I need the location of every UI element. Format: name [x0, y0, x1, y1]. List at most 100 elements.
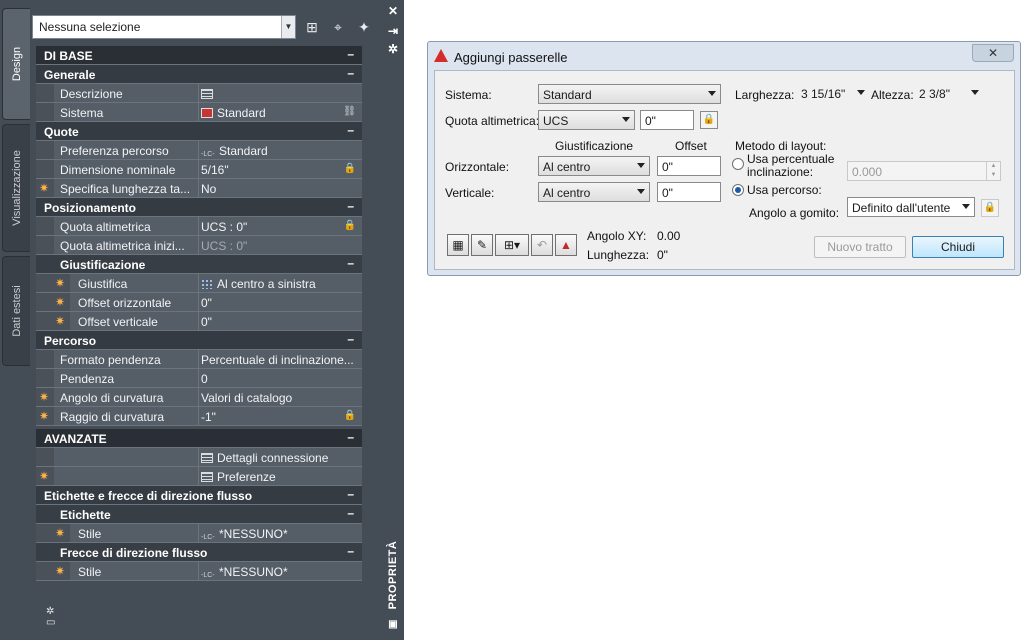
quick-select-icon[interactable]: ✦ — [354, 17, 374, 37]
property-row[interactable]: ✷ Stile -LC- *NESSUNO* — [36, 562, 362, 581]
property-value[interactable]: 0" — [198, 312, 362, 330]
row-gutter — [36, 160, 54, 178]
property-row[interactable]: ✷ Offset orizzontale 0" — [36, 293, 362, 312]
percentuale-input[interactable]: 0.000 ▲ ▼ — [847, 161, 1001, 181]
collapse-icon[interactable]: – — [347, 487, 354, 501]
orizzontale-offset-input[interactable]: 0" — [657, 156, 721, 176]
property-value[interactable] — [198, 84, 362, 102]
chevron-down-icon[interactable]: ▼ — [281, 16, 295, 38]
property-row[interactable]: Quota altimetrica inizi... UCS : 0" — [36, 236, 362, 255]
group-header[interactable]: Generale – — [36, 65, 362, 84]
group-header[interactable]: Frecce di direzione flusso – — [36, 543, 362, 562]
property-value-text: -1" — [201, 410, 216, 424]
collapse-icon[interactable]: – — [347, 544, 354, 558]
selection-dropdown[interactable]: Nessuna selezione ▼ — [32, 15, 296, 39]
verticale-select[interactable]: Al centro — [538, 182, 650, 202]
angolo-gomito-select[interactable]: Definito dall'utente — [847, 197, 975, 217]
compass-button[interactable]: ✎ — [471, 234, 493, 256]
property-value[interactable]: 5/16" — [198, 160, 362, 178]
quota-select[interactable]: UCS — [538, 110, 635, 130]
tab-visualizzazione[interactable]: Visualizzazione — [2, 124, 30, 252]
property-value[interactable]: 0 — [198, 369, 362, 387]
group-header[interactable]: Posizionamento – — [36, 198, 362, 217]
property-value[interactable]: -1" — [198, 407, 362, 425]
property-row[interactable]: ✷ Preferenze — [36, 467, 362, 486]
usa-percorso-radio[interactable] — [732, 184, 744, 196]
property-value[interactable]: Dettagli connessione — [198, 448, 362, 466]
lock-icon[interactable]: 🔒 — [344, 220, 356, 231]
group-header[interactable]: Percorso – — [36, 331, 362, 350]
angolo-lock-button[interactable]: 🔒 — [981, 199, 999, 217]
tab-design[interactable]: Design — [2, 8, 30, 120]
settings-icon[interactable]: ✲ — [386, 42, 400, 56]
collapse-icon[interactable]: – — [347, 430, 354, 444]
link-icon[interactable]: ⛓ — [343, 106, 356, 117]
altezza-select[interactable]: 2 3/8" — [915, 84, 983, 104]
orizzontale-select[interactable]: Al centro — [538, 156, 650, 176]
property-row[interactable]: Dettagli connessione — [36, 448, 362, 467]
help-button[interactable]: ▲ — [555, 234, 577, 256]
chiudi-button[interactable]: Chiudi — [912, 236, 1004, 258]
collapse-icon[interactable]: – — [347, 506, 354, 520]
property-row[interactable]: Pendenza 0 — [36, 369, 362, 388]
tab-dati-estesi[interactable]: Dati estesi — [2, 256, 30, 366]
property-row[interactable]: ✷ Offset verticale 0" — [36, 312, 362, 331]
property-value[interactable]: Al centro a sinistra — [198, 274, 362, 292]
property-value[interactable]: UCS : 0" — [198, 217, 362, 235]
collapse-icon[interactable]: – — [347, 332, 354, 346]
property-row[interactable]: ✷ Giustifica Al centro a sinistra — [36, 274, 362, 293]
palette-menu-icon[interactable]: ▣ — [386, 618, 400, 632]
quota-input[interactable]: 0" — [640, 110, 694, 130]
property-value[interactable]: UCS : 0" — [198, 236, 362, 254]
property-row[interactable]: ✷ Raggio di curvatura -1" 🔒 — [36, 407, 362, 426]
group-header[interactable]: Etichette – — [36, 505, 362, 524]
lock-icon[interactable]: 🔒 — [344, 410, 356, 421]
property-value[interactable]: No — [198, 179, 362, 197]
group-header[interactable]: Quote – — [36, 122, 362, 141]
group-header[interactable]: Giustificazione – — [36, 255, 362, 274]
property-value[interactable]: Percentuale di inclinazione... — [198, 350, 362, 368]
property-row[interactable]: Preferenza percorso -LC- Standard — [36, 141, 362, 160]
close-button[interactable]: ✕ — [972, 44, 1014, 62]
spinner-icon[interactable]: ▲ ▼ — [986, 162, 1000, 180]
property-value[interactable]: Valori di catalogo — [198, 388, 362, 406]
collapse-icon[interactable]: – — [347, 66, 354, 80]
property-value[interactable]: 0" — [198, 293, 362, 311]
property-value[interactable]: Standard — [198, 103, 362, 121]
category-header[interactable]: DI BASE – — [36, 46, 362, 65]
property-row[interactable]: ✷ Stile -LC- *NESSUNO* — [36, 524, 362, 543]
undo-button[interactable]: ↶ — [531, 234, 553, 256]
quota-lock-button[interactable]: 🔒 — [700, 111, 718, 129]
property-row[interactable]: Formato pendenza Percentuale di inclinazi… — [36, 350, 362, 369]
lock-icon[interactable]: 🔒 — [344, 163, 356, 174]
collapse-icon[interactable]: – — [347, 199, 354, 213]
select-objects-icon[interactable]: ⌖ — [328, 17, 348, 37]
property-row[interactable]: Sistema Standard ⛓ — [36, 103, 362, 122]
group-header[interactable]: Etichette e frecce di direzione flusso – — [36, 486, 362, 505]
larghezza-select[interactable]: 3 15/16" — [797, 84, 869, 104]
routing-dropdown-button[interactable]: ⊞▾ — [495, 234, 529, 256]
property-value[interactable]: Preferenze — [198, 467, 362, 485]
add-selected-icon[interactable]: ⊞ — [302, 17, 322, 37]
collapse-icon[interactable]: – — [347, 256, 354, 270]
verticale-offset-input[interactable]: 0" — [657, 182, 721, 202]
nuovo-tratto-button[interactable]: Nuovo tratto — [814, 236, 906, 258]
collapse-icon[interactable]: – — [347, 123, 354, 137]
match-properties-button[interactable]: ▦ — [447, 234, 469, 256]
custom-property-icon[interactable]: ✲ ▭ — [46, 606, 55, 628]
property-row[interactable]: Quota altimetrica UCS : 0" 🔒 — [36, 217, 362, 236]
property-row[interactable]: ✷ Angolo di curvatura Valori di catalogo — [36, 388, 362, 407]
close-icon[interactable]: ✕ — [386, 4, 400, 18]
category-header[interactable]: AVANZATE – — [36, 429, 362, 448]
auto-hide-icon[interactable]: ⇥ — [386, 24, 400, 38]
property-value[interactable]: -LC- Standard — [198, 141, 362, 159]
property-row[interactable]: Dimensione nominale 5/16" 🔒 — [36, 160, 362, 179]
collapse-icon[interactable]: – — [347, 47, 354, 61]
orizzontale-label: Orizzontale: — [445, 160, 510, 174]
sistema-select[interactable]: Standard — [538, 84, 721, 104]
property-value[interactable]: -LC- *NESSUNO* — [198, 562, 362, 580]
property-row[interactable]: Descrizione — [36, 84, 362, 103]
property-value[interactable]: -LC- *NESSUNO* — [198, 524, 362, 542]
property-row[interactable]: ✷ Specifica lunghezza ta... No — [36, 179, 362, 198]
usa-percentuale-radio[interactable] — [732, 158, 744, 170]
